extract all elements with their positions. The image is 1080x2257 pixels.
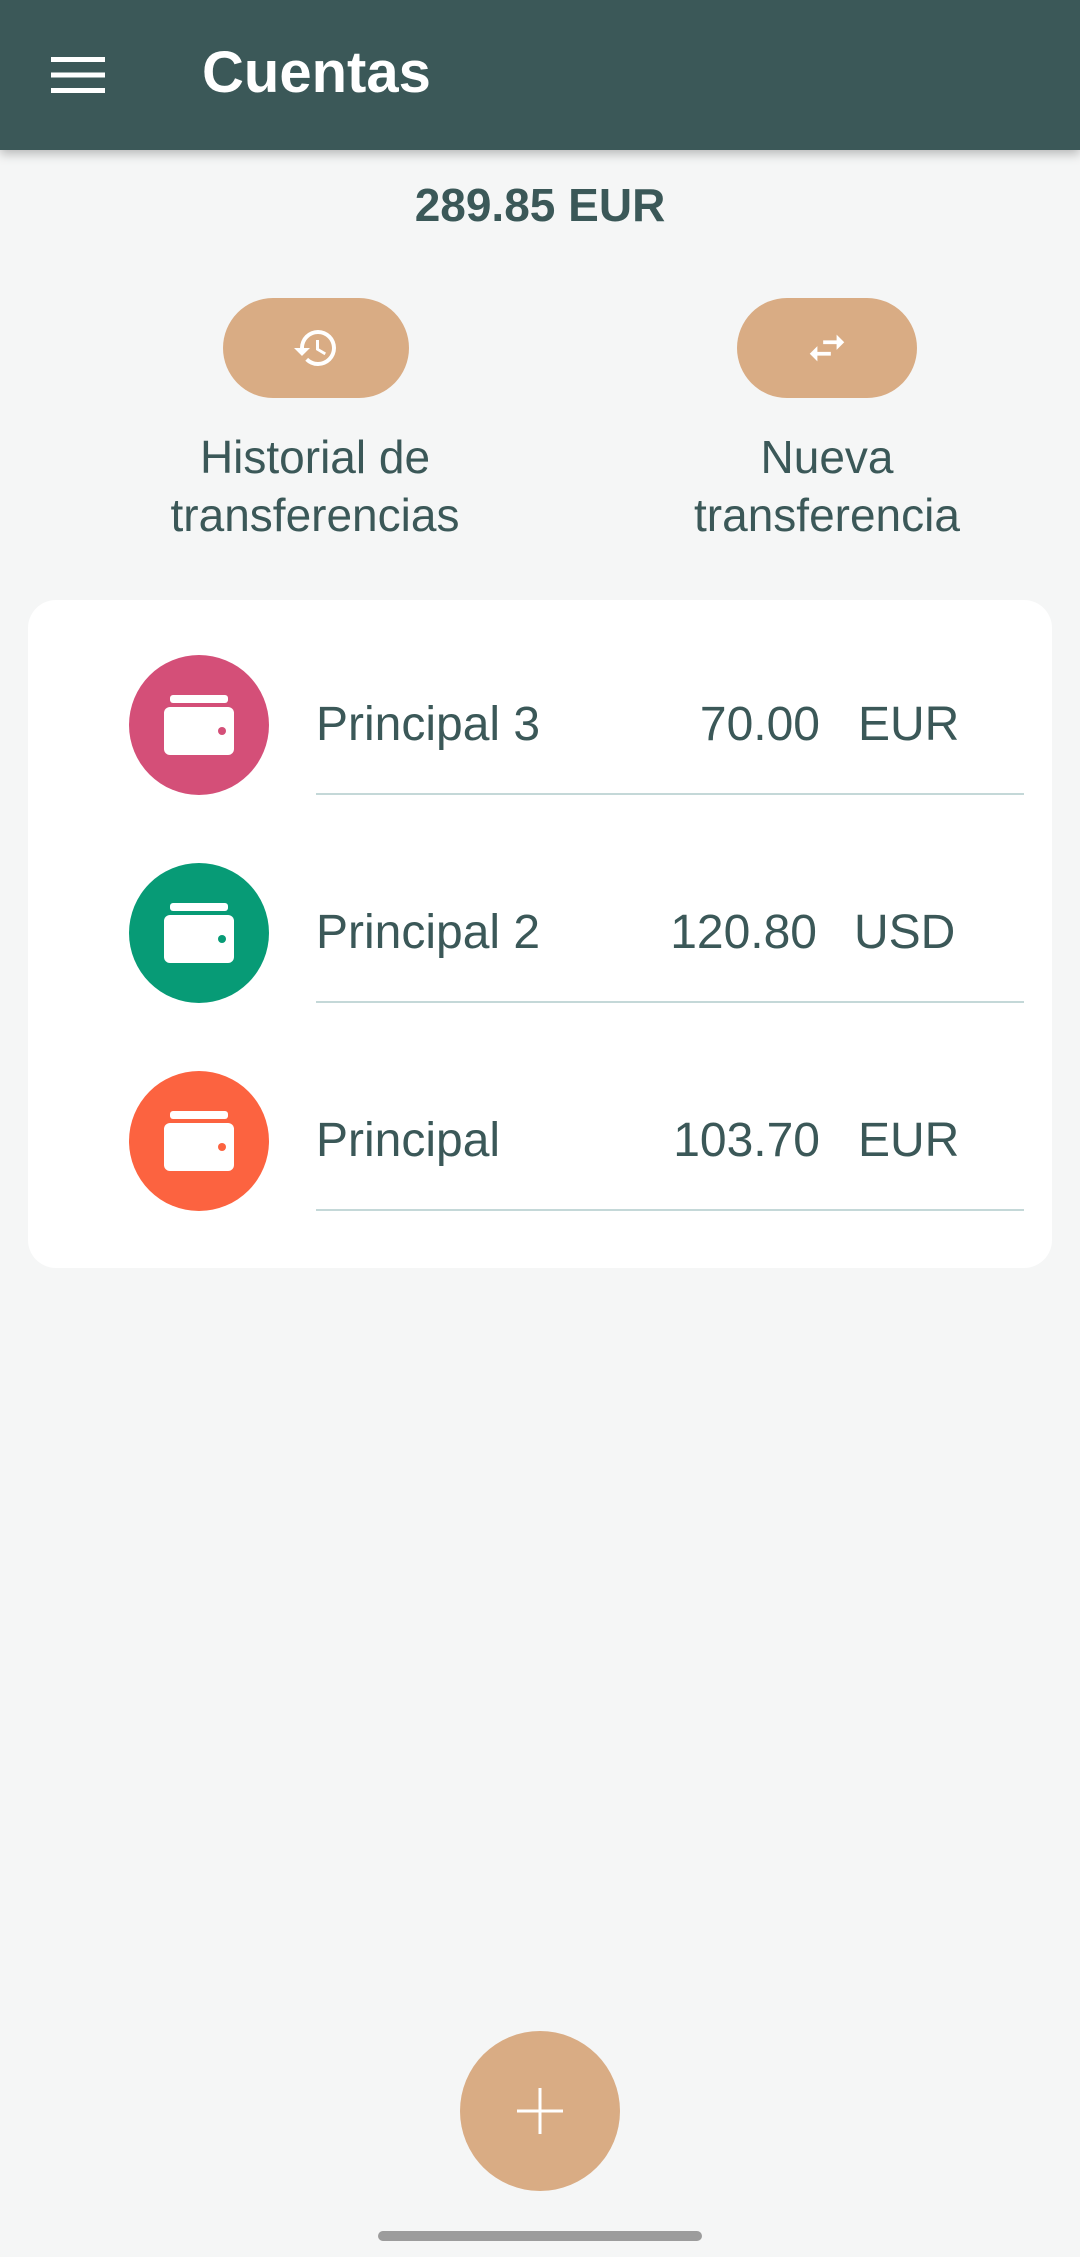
menu-icon — [51, 57, 105, 93]
total-balance: 289.85 EUR — [414, 179, 666, 231]
wallet-icon — [164, 903, 234, 963]
row-divider — [316, 1001, 1024, 1003]
transfer-history-button[interactable] — [223, 298, 409, 398]
account-row[interactable]: Principal 3 70.00 EUR — [28, 600, 1052, 808]
account-currency: EUR — [858, 1114, 960, 1167]
page-title: Cuentas — [202, 40, 431, 105]
account-amount: 120.80 — [670, 906, 817, 959]
swap-arrows-icon — [809, 334, 845, 362]
history-icon — [294, 330, 336, 366]
account-avatar — [129, 863, 269, 1003]
wallet-icon — [164, 1111, 234, 1171]
account-avatar — [129, 1071, 269, 1211]
account-row[interactable]: Principal 2 120.80 USD — [28, 808, 1052, 1016]
account-name: Principal 3 — [316, 698, 541, 751]
account-avatar — [129, 655, 269, 795]
account-row[interactable]: Principal 103.70 EUR — [28, 1016, 1052, 1224]
home-indicator[interactable] — [378, 2231, 702, 2241]
wallet-icon — [164, 695, 234, 755]
row-divider — [316, 1209, 1024, 1211]
new-transfer-button[interactable] — [737, 298, 917, 398]
account-amount: 103.70 — [673, 1114, 820, 1167]
app-bar: Cuentas — [0, 0, 1080, 150]
transfer-history-action: Historial de transferencias — [115, 298, 515, 558]
row-divider — [316, 793, 1024, 795]
new-transfer-action: Nueva transferencia — [627, 298, 1027, 558]
new-transfer-label: Nueva transferencia — [694, 431, 960, 541]
accounts-card: Principal 3 70.00 EUR Principal 2 120.80… — [28, 600, 1052, 1268]
plus-icon — [517, 2088, 563, 2134]
transfer-history-label: Historial de transferencias — [170, 431, 460, 541]
account-name: Principal — [316, 1114, 501, 1167]
add-account-button[interactable] — [460, 2031, 620, 2191]
account-currency: USD — [854, 906, 956, 959]
account-amount: 70.00 — [699, 698, 820, 751]
menu-button[interactable] — [30, 30, 126, 120]
account-currency: EUR — [858, 698, 960, 751]
account-name: Principal 2 — [316, 906, 541, 959]
